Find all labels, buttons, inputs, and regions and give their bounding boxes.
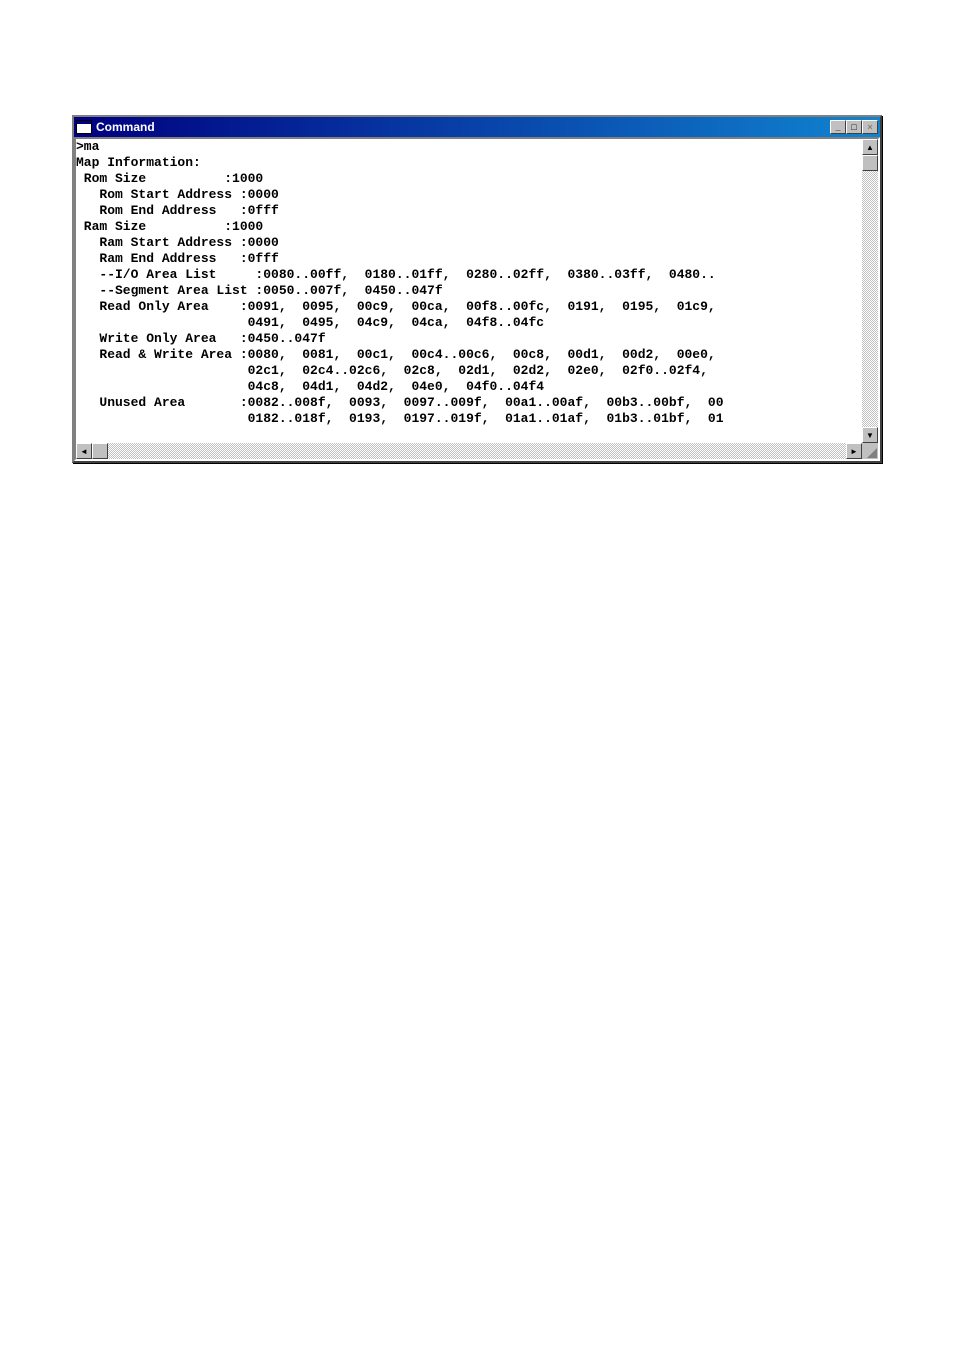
vertical-scroll-track[interactable] (862, 171, 878, 427)
resize-grip[interactable] (862, 443, 878, 459)
triangle-left-icon: ◄ (80, 447, 88, 456)
terminal-output[interactable]: >ma Map Information: Rom Size :1000 Rom … (76, 139, 862, 443)
vertical-scroll-thumb[interactable] (862, 155, 878, 171)
titlebar[interactable]: Command _ □ × (74, 117, 880, 137)
horizontal-scroll-track[interactable] (108, 443, 846, 459)
triangle-down-icon: ▼ (866, 431, 874, 440)
horizontal-scroll-thumb[interactable] (92, 443, 108, 459)
minimize-button[interactable]: _ (830, 120, 846, 134)
maximize-icon: □ (851, 123, 856, 132)
scroll-down-button[interactable]: ▼ (862, 427, 878, 443)
maximize-button[interactable]: □ (846, 120, 862, 134)
horizontal-scrollbar[interactable]: ◄ ► (76, 443, 878, 459)
content-wrapper: >ma Map Information: Rom Size :1000 Rom … (76, 139, 878, 443)
triangle-up-icon: ▲ (866, 143, 874, 152)
window-title: Command (96, 120, 830, 134)
scroll-left-button[interactable]: ◄ (76, 443, 92, 459)
vertical-scrollbar[interactable]: ▲ ▼ (862, 139, 878, 443)
minimize-icon: _ (835, 123, 840, 132)
triangle-right-icon: ► (850, 447, 858, 456)
titlebar-buttons: _ □ × (830, 120, 878, 134)
scroll-right-button[interactable]: ► (846, 443, 862, 459)
scroll-up-button[interactable]: ▲ (862, 139, 878, 155)
window-icon (76, 120, 92, 134)
command-window: Command _ □ × >ma Map Information: Rom S… (72, 115, 882, 463)
close-button[interactable]: × (862, 120, 878, 134)
close-icon: × (867, 123, 872, 132)
client-area: >ma Map Information: Rom Size :1000 Rom … (74, 137, 880, 461)
